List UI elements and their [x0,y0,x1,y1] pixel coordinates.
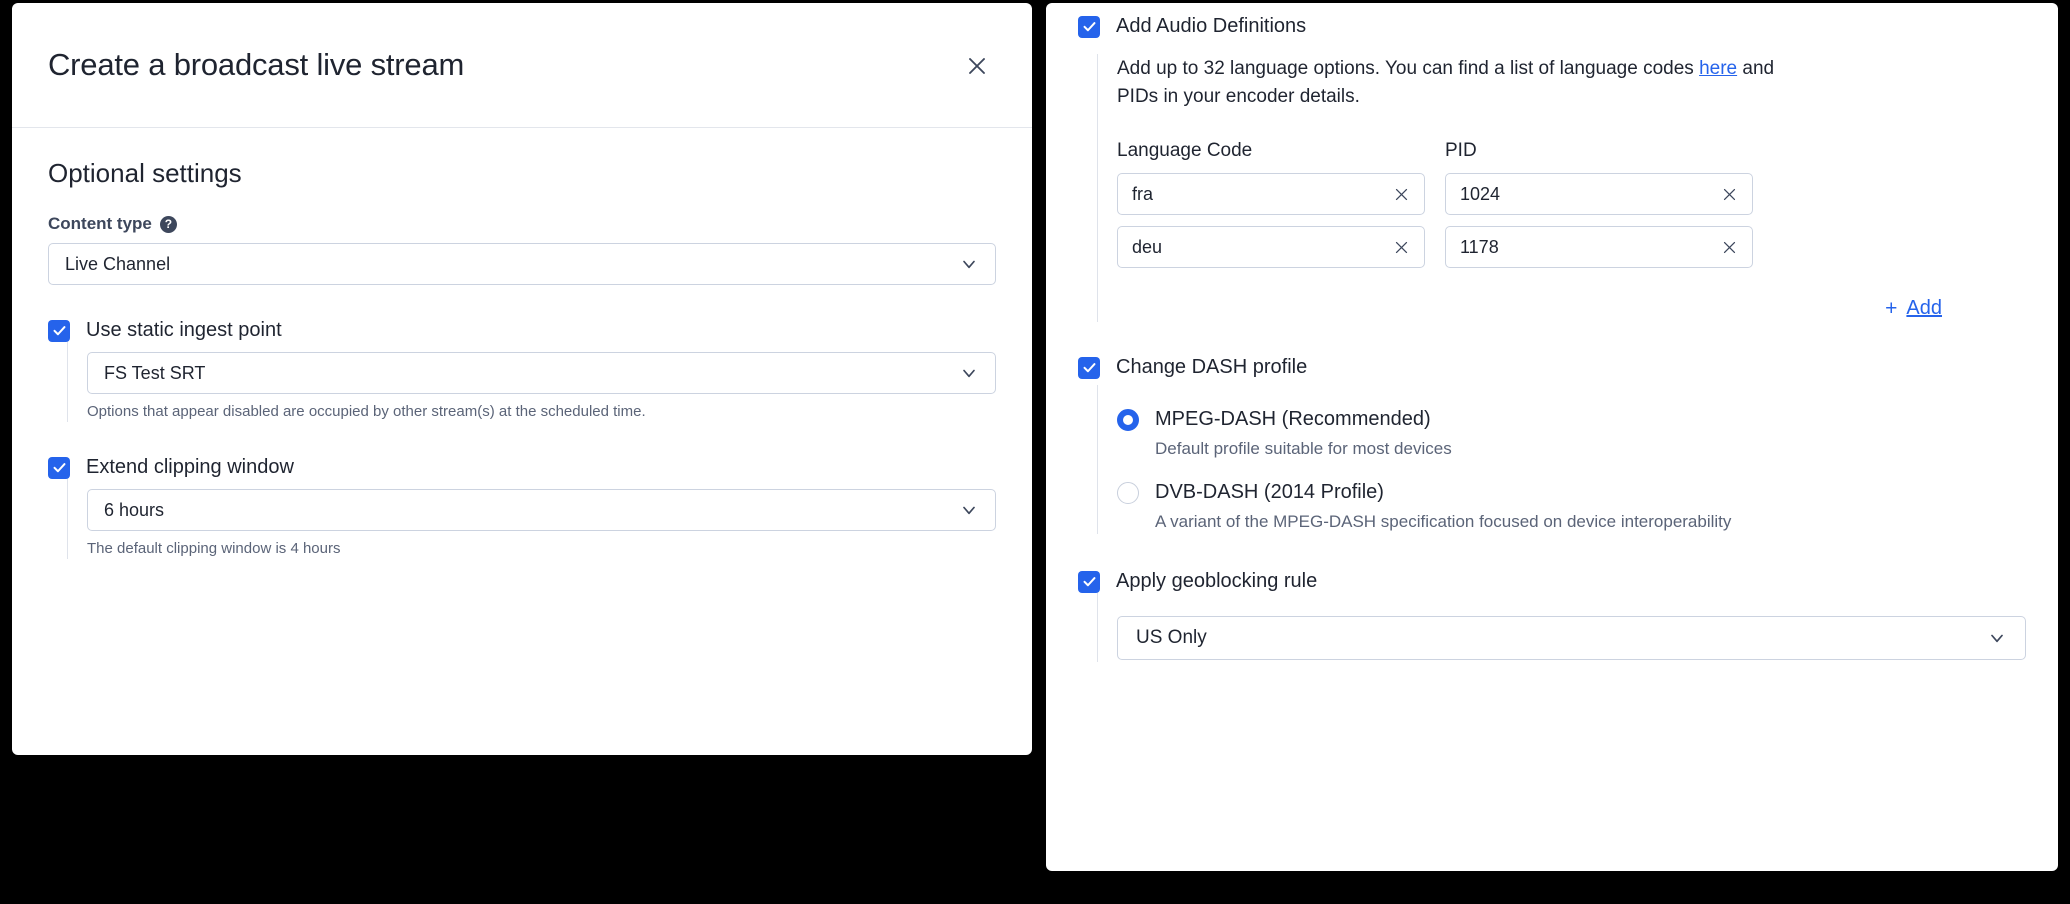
radio-mpeg-dash-description: Default profile suitable for most device… [1155,439,1452,459]
modal-header: Create a broadcast live stream [12,3,1032,128]
clipping-window-hint: The default clipping window is 4 hours [87,540,341,557]
language-code-input[interactable]: deu [1117,226,1425,269]
add-audio-definition-row[interactable]: + Add [1117,297,2026,320]
column-header-pid: PID [1445,140,1477,162]
static-ingest-label: Use static ingest point [86,319,282,341]
audio-table-header: Language Code PID [1117,140,2026,162]
audio-definitions-checkbox-row[interactable]: Add Audio Definitions [1078,15,2026,38]
pid-input[interactable]: 1178 [1445,226,1753,269]
audio-desc-part1: Add up to 32 language options. You can f… [1117,58,1700,79]
static-ingest-value: FS Test SRT [104,362,206,383]
chevron-down-icon [1987,628,2007,648]
content-type-label-text: Content type [48,214,152,233]
audio-definitions-group: Add up to 32 language options. You can f… [1097,54,2026,323]
chevron-down-icon [959,363,979,383]
clipping-window-select[interactable]: 6 hours [87,489,996,531]
geoblocking-group: US Only [1097,593,2026,663]
audio-definitions-description: Add up to 32 language options. You can f… [1117,55,1817,110]
table-row: deu 1178 [1117,226,2026,269]
dash-profile-checkbox-row[interactable]: Change DASH profile [1078,356,2026,379]
language-code-value: fra [1132,183,1154,204]
table-row: fra 1024 [1117,173,2026,216]
plus-icon: + [1885,297,1898,321]
dash-profile-label: Change DASH profile [1116,356,1308,379]
audio-definitions-checkbox[interactable] [1078,15,1100,38]
close-icon[interactable] [1721,186,1738,203]
radio-dvb-dash-row[interactable]: DVB-DASH (2014 Profile) [1117,481,2026,504]
screen-root: Create a broadcast live stream Optional … [0,0,2070,904]
page-title: Create a broadcast live stream [48,47,465,82]
close-icon[interactable] [1393,239,1410,256]
clipping-window-group: 6 hours The default clipping window is 4… [67,479,996,559]
geoblocking-value: US Only [1136,627,1207,649]
column-header-language-code: Language Code [1117,140,1253,162]
static-ingest-hint: Options that appear disabled are occupie… [87,403,646,420]
add-button[interactable]: Add [1906,297,1942,320]
radio-dvb-dash-label: DVB-DASH (2014 Profile) [1155,481,1384,504]
close-icon[interactable] [1393,186,1410,203]
radio-mpeg-dash-label: MPEG-DASH (Recommended) [1155,408,1431,431]
geoblocking-select[interactable]: US Only [1117,616,2026,661]
language-code-input[interactable]: fra [1117,173,1425,216]
geoblocking-checkbox[interactable] [1078,570,1100,593]
dash-profile-group: MPEG-DASH (Recommended) Default profile … [1097,385,2026,535]
geoblocking-label: Apply geoblocking rule [1116,570,1318,593]
language-code-value: deu [1132,236,1163,257]
pid-value: 1178 [1460,236,1499,257]
content-type-value: Live Channel [65,253,171,274]
stream-options-panel: Add Audio Definitions Add up to 32 langu… [1046,3,2058,871]
clipping-window-label: Extend clipping window [86,456,294,478]
audio-definitions-label: Add Audio Definitions [1116,15,1307,37]
static-ingest-group: FS Test SRT Options that appear disabled… [67,342,996,422]
modal-body: Optional settings Content type ? Live Ch… [12,158,1032,559]
pid-value: 1024 [1460,183,1501,204]
geoblocking-checkbox-row[interactable]: Apply geoblocking rule [1078,570,2026,593]
create-broadcast-modal: Create a broadcast live stream Optional … [12,3,1032,755]
close-icon[interactable] [964,53,990,79]
radio-dvb-dash-description: A variant of the MPEG-DASH specification… [1155,512,1732,532]
radio-mpeg-dash-row[interactable]: MPEG-DASH (Recommended) [1117,408,2026,431]
language-codes-link[interactable]: here [1699,58,1737,79]
radio-mpeg-dash[interactable] [1117,408,1139,431]
close-icon[interactable] [1721,239,1738,256]
chevron-down-icon [959,254,979,274]
pid-input[interactable]: 1024 [1445,173,1753,216]
dash-profile-checkbox[interactable] [1078,356,1100,379]
static-ingest-select[interactable]: FS Test SRT [87,352,996,394]
optional-settings-heading: Optional settings [48,158,242,188]
content-type-select[interactable]: Live Channel [48,243,996,285]
radio-dvb-dash[interactable] [1117,481,1139,504]
clipping-window-checkbox-row[interactable]: Extend clipping window [48,456,996,479]
static-ingest-checkbox[interactable] [48,319,70,342]
chevron-down-icon [959,500,979,520]
clipping-window-value: 6 hours [104,499,165,520]
static-ingest-checkbox-row[interactable]: Use static ingest point [48,319,996,342]
content-type-label: Content type ? [48,214,996,234]
clipping-window-checkbox[interactable] [48,456,70,479]
help-circle-icon[interactable]: ? [159,215,177,233]
